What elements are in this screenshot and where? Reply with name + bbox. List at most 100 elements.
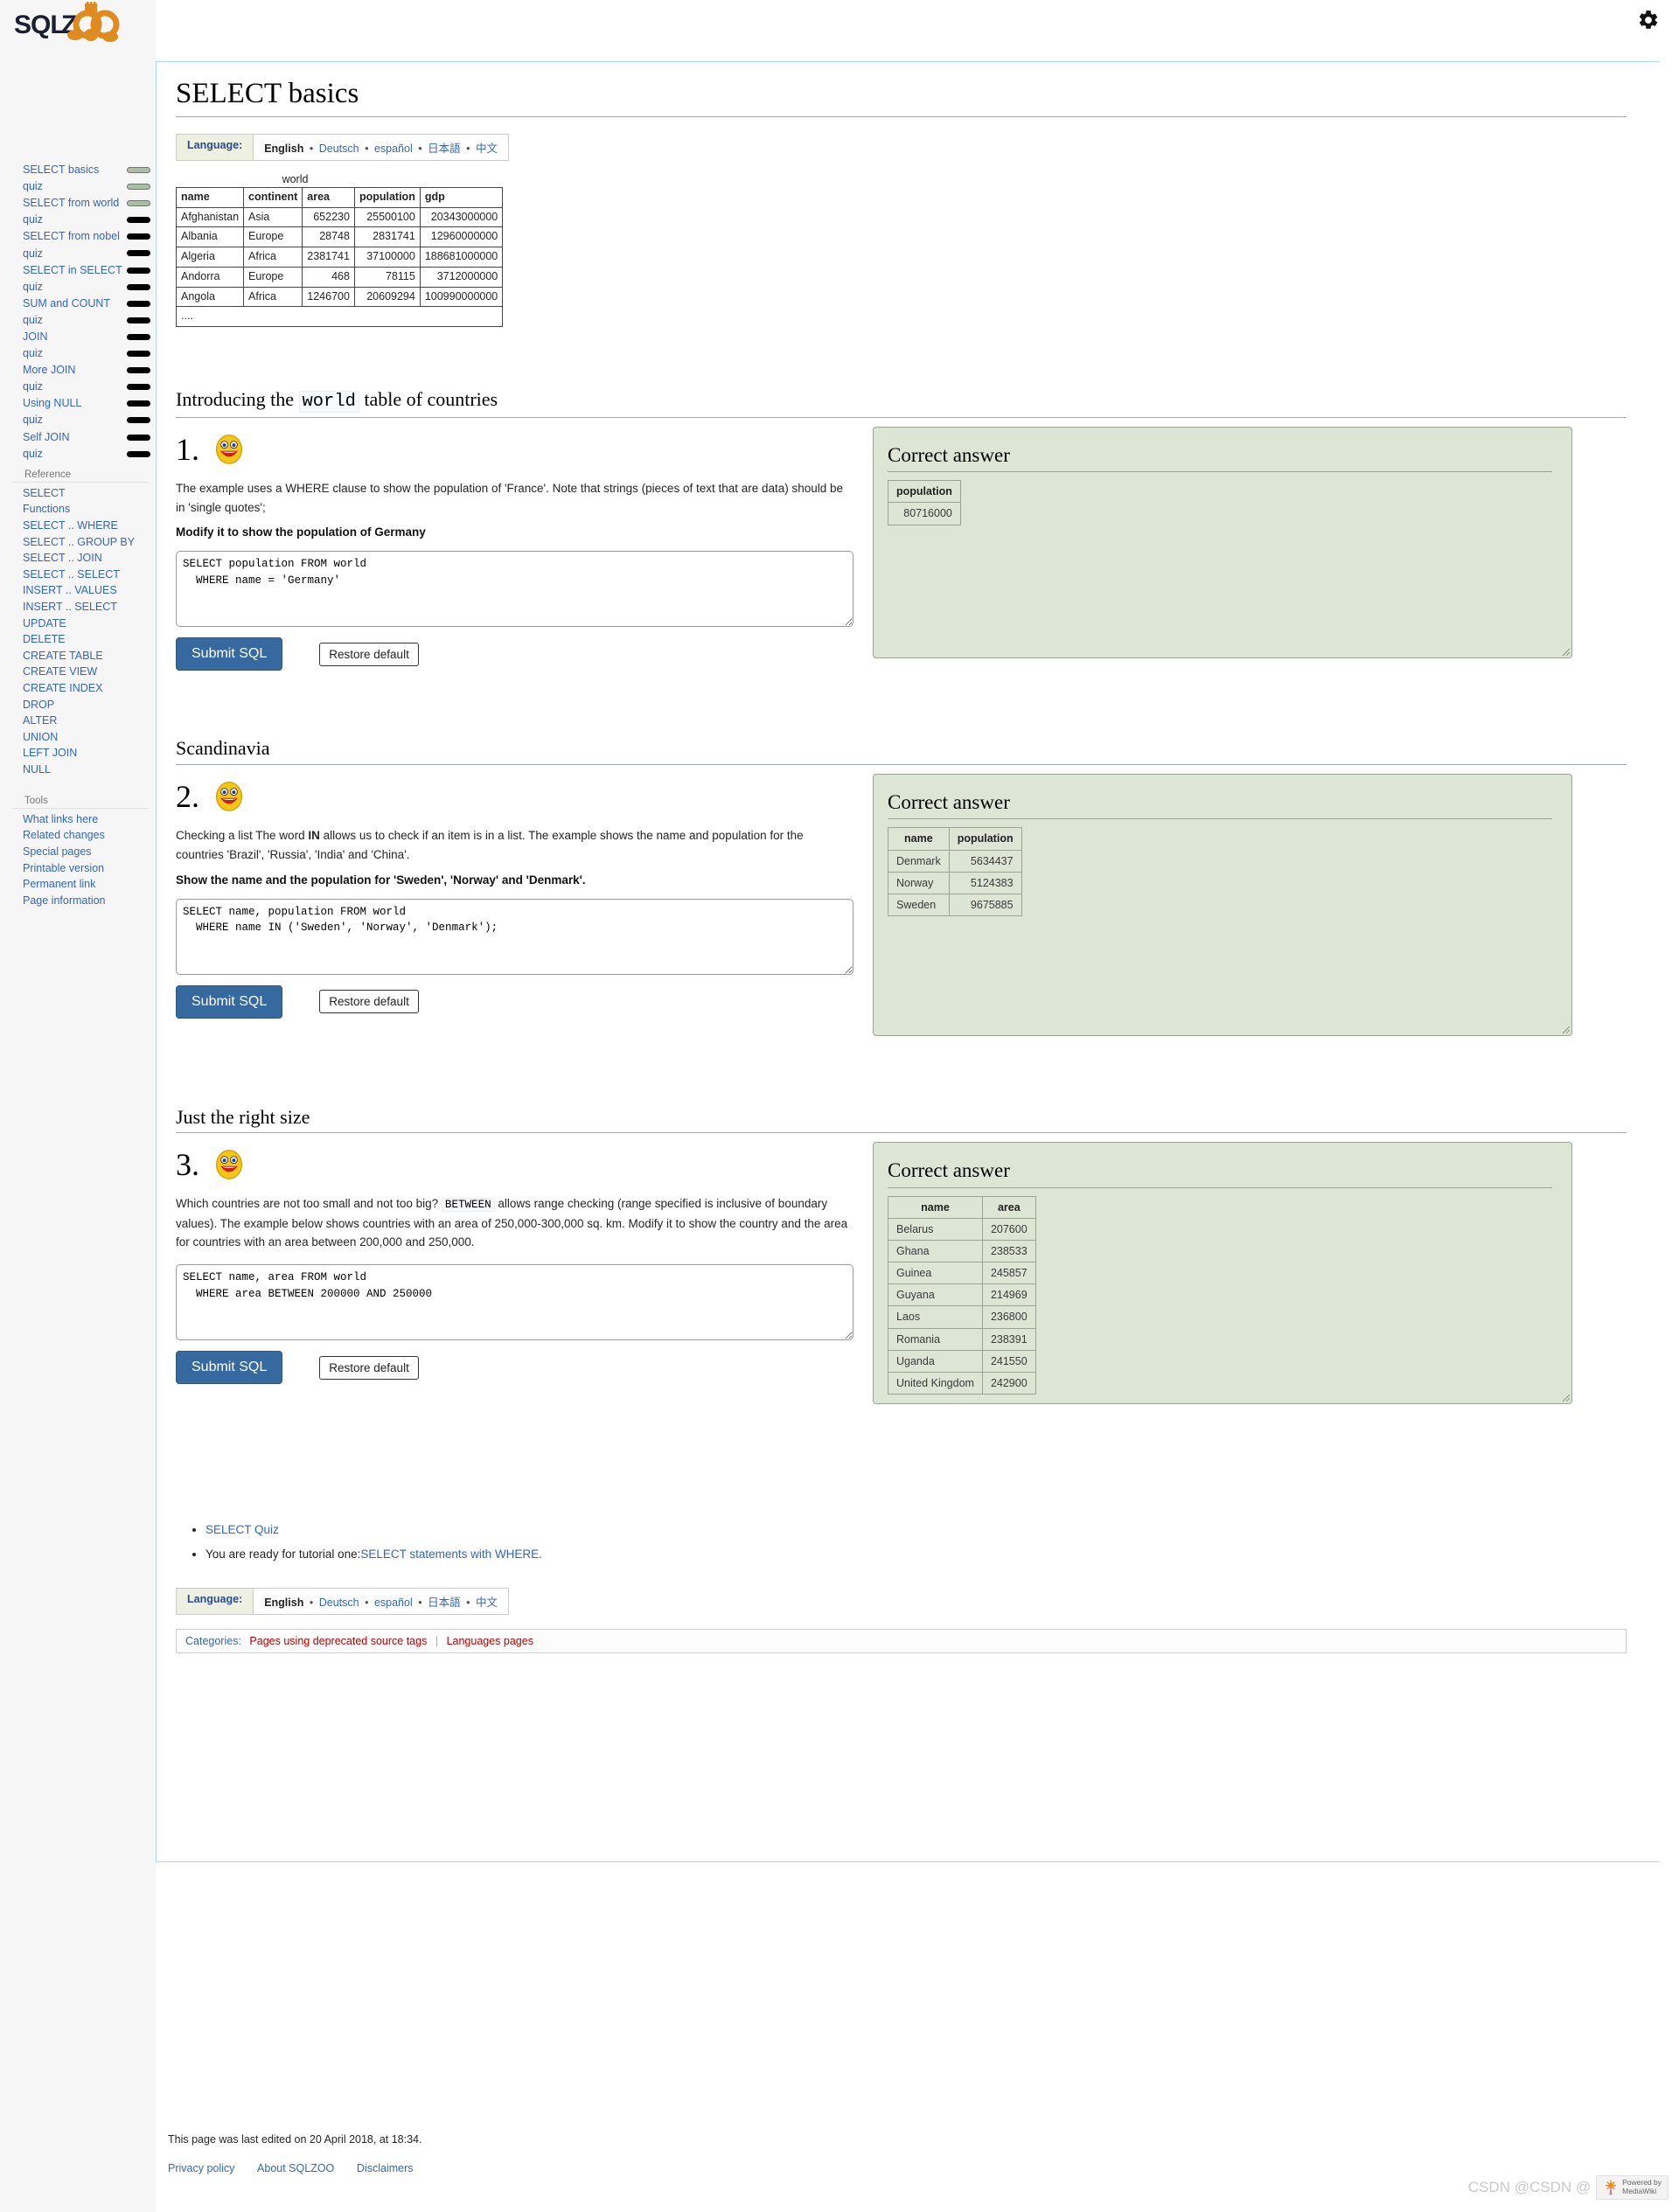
sidebar-ref-label[interactable]: SELECT .. GROUP BY (23, 534, 135, 551)
sidebar-ref-label[interactable]: ALTER (23, 713, 57, 729)
sidebar-ref-select-where[interactable]: SELECT .. WHERE (0, 518, 156, 534)
sidebar-item-label[interactable]: Self JOIN (23, 429, 70, 446)
disclaimers-link[interactable]: Disclaimers (357, 2162, 414, 2174)
sidebar-ref-delete[interactable]: DELETE (0, 631, 156, 648)
sidebar-ref-label[interactable]: DELETE (23, 631, 66, 648)
language-link-espanol[interactable]: español (374, 143, 413, 155)
sidebar-tool-permanent-link[interactable]: Permanent link (0, 876, 156, 893)
sidebar-item-quiz-9[interactable]: quiz (0, 446, 156, 463)
sidebar-item-quiz-6[interactable]: quiz (0, 345, 156, 362)
sidebar-item-label[interactable]: quiz (23, 379, 43, 395)
about-sqlzoo-link[interactable]: About SQLZOO (257, 2162, 334, 2174)
sidebar-item-quiz-1[interactable]: quiz (0, 178, 156, 195)
restore-default-button-3[interactable]: Restore default (319, 1355, 419, 1380)
category-link-deprecated-source-tags[interactable]: Pages using deprecated source tags (249, 1635, 427, 1647)
sidebar-ref-union[interactable]: UNION (0, 729, 156, 746)
sidebar-ref-label[interactable]: CREATE VIEW (23, 664, 97, 680)
sidebar-ref-create-table[interactable]: CREATE TABLE (0, 648, 156, 664)
sidebar-ref-label[interactable]: UNION (23, 729, 58, 746)
sidebar-ref-label[interactable]: UPDATE (23, 616, 66, 632)
sidebar-tool-label[interactable]: Page information (23, 893, 106, 909)
privacy-policy-link[interactable]: Privacy policy (168, 2162, 234, 2174)
sidebar-item-self-join[interactable]: Self JOIN (0, 429, 156, 446)
sidebar-item-label[interactable]: quiz (23, 178, 43, 195)
sidebar-tool-label[interactable]: Permanent link (23, 876, 95, 893)
submit-sql-button-2[interactable]: Submit SQL (176, 984, 283, 1019)
sidebar-ref-label[interactable]: INSERT .. SELECT (23, 599, 117, 616)
sidebar-item-join[interactable]: JOIN (0, 329, 156, 345)
submit-sql-button-3[interactable]: Submit SQL (176, 1351, 283, 1385)
sidebar-item-label[interactable]: quiz (23, 345, 43, 362)
sidebar-item-label[interactable]: SELECT in SELECT (23, 262, 122, 279)
sidebar-ref-label[interactable]: CREATE INDEX (23, 680, 102, 697)
sql-input-1[interactable] (176, 551, 853, 628)
sidebar-tool-page-information[interactable]: Page information (0, 893, 156, 909)
sidebar-item-label[interactable]: quiz (23, 412, 43, 428)
sidebar-ref-label[interactable]: INSERT .. VALUES (23, 582, 117, 599)
select-quiz-link[interactable]: SELECT Quiz (206, 1523, 279, 1536)
sidebar-item-using-null[interactable]: Using NULL (0, 395, 156, 412)
language-link-chinese[interactable]: 中文 (476, 1596, 498, 1609)
language-link-deutsch[interactable]: Deutsch (319, 143, 359, 155)
sidebar-item-label[interactable]: quiz (23, 446, 43, 463)
sidebar-ref-insert-values[interactable]: INSERT .. VALUES (0, 583, 156, 600)
sql-input-3[interactable] (176, 1264, 853, 1341)
next-tutorial-link[interactable]: SELECT statements with WHERE. (360, 1548, 542, 1561)
sidebar-ref-create-view[interactable]: CREATE VIEW (0, 664, 156, 681)
sidebar-item-more-join[interactable]: More JOIN (0, 362, 156, 379)
sidebar-item-label[interactable]: SELECT from nobel (23, 228, 120, 245)
sidebar-ref-label[interactable]: DROP (23, 697, 54, 713)
resize-grip-icon[interactable] (1560, 1392, 1571, 1402)
sidebar-ref-alter[interactable]: ALTER (0, 713, 156, 729)
category-link-languages-pages[interactable]: Languages pages (447, 1635, 533, 1647)
sidebar-tool-what-links-here[interactable]: What links here (0, 811, 156, 828)
sidebar-tool-label[interactable]: What links here (23, 811, 98, 828)
sidebar-ref-select-select[interactable]: SELECT .. SELECT (0, 567, 156, 583)
sidebar-tool-printable-version[interactable]: Printable version (0, 860, 156, 877)
sidebar-item-quiz-2[interactable]: quiz (0, 212, 156, 228)
language-link-japanese[interactable]: 日本語 (428, 1596, 461, 1609)
sidebar-tool-related-changes[interactable]: Related changes (0, 828, 156, 845)
sidebar-ref-label[interactable]: LEFT JOIN (23, 745, 77, 762)
sidebar-ref-null[interactable]: NULL (0, 762, 156, 778)
submit-sql-button-1[interactable]: Submit SQL (176, 637, 283, 671)
sidebar-item-quiz-4[interactable]: quiz (0, 279, 156, 296)
sidebar-ref-update[interactable]: UPDATE (0, 616, 156, 632)
sidebar-item-select-in-select[interactable]: SELECT in SELECT (0, 262, 156, 279)
sidebar-ref-label[interactable]: Functions (23, 501, 70, 518)
language-link-espanol[interactable]: español (374, 1596, 413, 1609)
sidebar-ref-label[interactable]: CREATE TABLE (23, 648, 103, 664)
sidebar-item-quiz-3[interactable]: quiz (0, 245, 156, 261)
sidebar-item-quiz-7[interactable]: quiz (0, 379, 156, 395)
sidebar-ref-label[interactable]: SELECT (23, 485, 66, 502)
sidebar-ref-label[interactable]: NULL (23, 762, 51, 778)
sidebar-item-label[interactable]: quiz (23, 212, 43, 228)
sidebar-ref-label[interactable]: SELECT .. JOIN (23, 550, 102, 567)
sidebar-ref-left-join[interactable]: LEFT JOIN (0, 746, 156, 762)
sidebar-item-label[interactable]: JOIN (23, 329, 47, 345)
sidebar-item-label[interactable]: quiz (23, 312, 43, 329)
restore-default-button-2[interactable]: Restore default (319, 990, 419, 1014)
sidebar-ref-drop[interactable]: DROP (0, 697, 156, 713)
sidebar-ref-select-join[interactable]: SELECT .. JOIN (0, 550, 156, 567)
sidebar-ref-label[interactable]: SELECT .. SELECT (23, 567, 120, 583)
sidebar-item-label[interactable]: Using NULL (23, 395, 81, 412)
sidebar-item-label[interactable]: quiz (23, 279, 43, 296)
sidebar-item-label[interactable]: More JOIN (23, 362, 75, 379)
sidebar-item-sum-and-count[interactable]: SUM and COUNT (0, 296, 156, 312)
sidebar-item-select-from-nobel[interactable]: SELECT from nobel (0, 228, 156, 245)
powered-by-mediawiki-badge[interactable]: Powered by MediaWiki (1596, 2175, 1669, 2200)
sidebar-ref-create-index[interactable]: CREATE INDEX (0, 680, 156, 697)
sidebar-item-quiz-8[interactable]: quiz (0, 412, 156, 428)
sidebar-ref-label[interactable]: SELECT .. WHERE (23, 518, 118, 534)
sidebar-item-select-basics[interactable]: SELECT basics (0, 162, 156, 178)
sidebar-ref-functions[interactable]: Functions (0, 502, 156, 518)
resize-grip-icon[interactable] (1560, 1024, 1571, 1034)
sql-input-2[interactable] (176, 898, 853, 975)
sidebar-tool-label[interactable]: Related changes (23, 827, 105, 844)
sidebar-tool-label[interactable]: Special pages (23, 844, 92, 860)
settings-gear-button[interactable] (1634, 5, 1663, 35)
language-link-chinese[interactable]: 中文 (476, 143, 498, 155)
sidebar-tool-special-pages[interactable]: Special pages (0, 844, 156, 860)
sidebar-item-select-from-world[interactable]: SELECT from world (0, 195, 156, 212)
